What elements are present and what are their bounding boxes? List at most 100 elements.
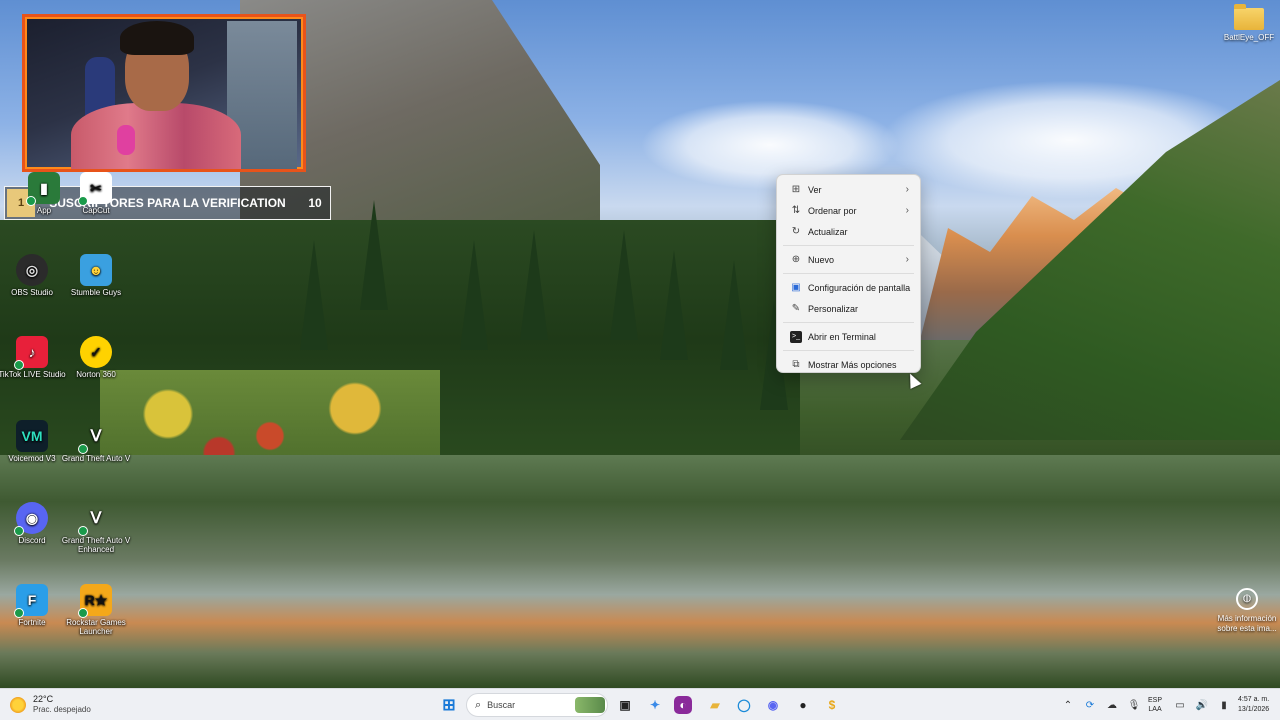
keyboard-layout: LAA [1148,706,1162,713]
chevron-right-icon: › [905,254,909,265]
wallpaper-tree [300,240,328,350]
desktop-icon-label: TikTok LIVE Studio [0,370,66,379]
taskbar: 22°C Prac. despejado ⊞ ⌕ Buscar ▣ ✦ ◐ ▰ … [0,688,1280,720]
desktop-icon-rockstar-launcher[interactable]: R★ Rockstar Games Launcher [60,584,132,636]
desktop-icon-battleye-folder[interactable]: BattlEye_OFF [1222,4,1276,42]
menu-item-ver[interactable]: ⊞ Ver › [780,179,917,200]
weather-widget[interactable]: 22°C Prac. despejado [10,694,91,715]
menu-separator [783,322,914,323]
chevron-right-icon: › [905,184,909,195]
sync-icon[interactable]: ⟳ [1082,700,1098,711]
desktop-icon-label: Fortnite [18,618,46,627]
cloud-icon[interactable]: ☁ [1104,700,1120,711]
sun-icon [10,696,26,713]
desktop-icon-gta-v[interactable]: Ⅴ Grand Theft Auto V [60,420,132,463]
search-placeholder: Buscar [487,700,516,710]
more-info-wallpaper-button[interactable]: ◍ Más información sobre esta ima... [1212,588,1280,634]
file-explorer-button[interactable]: ▰ [704,694,726,716]
menu-item-configuracion-pantalla[interactable]: ▣ Configuración de pantalla [780,277,917,298]
desktop-icon-label: Rockstar Games Launcher [66,618,126,636]
desktop-icon-norton-360[interactable]: ✓ Norton 360 [60,336,132,379]
webcam-person-body [71,103,241,169]
edge-button[interactable]: ◯ [733,694,755,716]
menu-separator [783,350,914,351]
stumble-guys-icon: ☻ [80,254,112,286]
menu-item-personalizar[interactable]: ✎ Personalizar [780,298,917,319]
chevron-up-icon[interactable]: ⌃ [1060,700,1076,711]
taskbar-search-box[interactable]: ⌕ Buscar [466,693,608,717]
volume-icon[interactable]: 🔊 [1194,700,1210,711]
folder-icon: ▰ [710,698,720,712]
desktop-icon-discord[interactable]: ◉ Discord [0,502,68,545]
start-button[interactable]: ⊞ [438,694,460,716]
obs-icon: ◎ [16,254,48,286]
desktop-icon-tiktok-live-studio[interactable]: ♪ TikTok LIVE Studio [0,336,68,379]
menu-item-label: Abrir en Terminal [808,331,876,342]
capcut-icon: ✂ [78,172,112,206]
webcam-overlay [22,14,306,172]
desktop-icon-label: CapCut [82,206,110,215]
clock-time: 4:57 a. m. [1238,696,1270,703]
desktop-icon-fortnite[interactable]: F Fortnite [0,584,68,627]
webcam-microphone [117,125,135,155]
grid-icon: ⊞ [791,184,801,195]
desktop-icon-stumble-guys[interactable]: ☻ Stumble Guys [60,254,132,297]
desktop-icon-capcut[interactable]: ✂ CapCut [60,172,132,215]
camera-info-icon: ◍ [1236,588,1258,610]
task-view-button[interactable]: ▣ [614,694,636,716]
refresh-icon: ↻ [791,226,801,237]
tiktok-icon: ♪ [14,336,48,370]
menu-item-abrir-terminal[interactable]: >_ Abrir en Terminal [780,326,917,347]
obs-taskbar-button[interactable]: ● [792,694,814,716]
desktop-icon-label: Grand Theft Auto V [61,454,131,463]
brush-icon: ✎ [791,303,801,314]
gta-icon: Ⅴ [78,420,112,454]
desktop-icon-label: Norton 360 [76,370,116,379]
windows-icon: ⊞ [442,697,456,714]
edge-icon: ◯ [737,698,751,712]
wallpaper-tree [460,240,488,350]
app-icon: ▮ [26,172,60,206]
clock[interactable]: 4:57 a. m. 13/1/2026 [1238,695,1269,715]
microphone-icon[interactable]: 🎙 [1126,700,1142,711]
app-button[interactable]: ◐ [674,696,692,714]
chevron-right-icon: › [905,205,909,216]
discord-icon: ◉ [767,698,779,712]
network-icon[interactable]: ▭ [1172,700,1188,711]
more-info-label: Más información sobre esta ima... [1217,614,1277,633]
obs-icon: ● [799,698,807,712]
menu-item-label: Mostrar Más opciones [808,359,897,370]
desktop-icon-label: Stumble Guys [70,288,122,297]
discord-icon: ◉ [14,502,48,536]
sort-icon: ⇅ [791,205,801,216]
menu-item-label: Nuevo [808,254,835,265]
rockstar-icon: R★ [78,584,112,618]
desktop-icon-voicemod[interactable]: VM Voicemod V3 [0,420,68,463]
language-code: ESP [1148,697,1163,704]
wallpaper-lake [0,455,1280,688]
menu-item-nuevo[interactable]: ⊕ Nuevo › [780,249,917,270]
battery-icon[interactable]: ▮ [1216,700,1232,711]
subscriber-goal-target: 10 [308,196,322,210]
app-icon: ◐ [679,698,687,712]
gta-enhanced-icon: Ⅴ [78,502,112,536]
weather-temperature: 22°C [33,694,54,704]
desktop-icon-gta-v-enhanced[interactable]: Ⅴ Grand Theft Auto V Enhanced [60,502,132,554]
language-indicator[interactable]: ESP LAA [1148,696,1162,714]
wallpaper-tree [360,200,388,310]
norton-icon: ✓ [80,336,112,368]
clock-date: 13/1/2026 [1238,706,1270,713]
menu-item-actualizar[interactable]: ↻ Actualizar [780,221,917,242]
search-highlight-image [575,697,605,713]
coin-app-button[interactable]: $ [821,694,843,716]
discord-taskbar-button[interactable]: ◉ [762,694,784,716]
task-view-icon: ▣ [619,698,631,712]
menu-item-label: Actualizar [808,226,848,237]
wallpaper-tree [720,260,748,370]
menu-item-mostrar-mas-opciones[interactable]: ⧉ Mostrar Más opciones [780,354,917,375]
copilot-button[interactable]: ✦ [644,694,666,716]
desktop-icon-label: Discord [18,536,46,545]
coin-icon: $ [828,698,836,712]
desktop-icon-obs-studio[interactable]: ◎ OBS Studio [0,254,68,297]
menu-item-ordenar-por[interactable]: ⇅ Ordenar por › [780,200,917,221]
